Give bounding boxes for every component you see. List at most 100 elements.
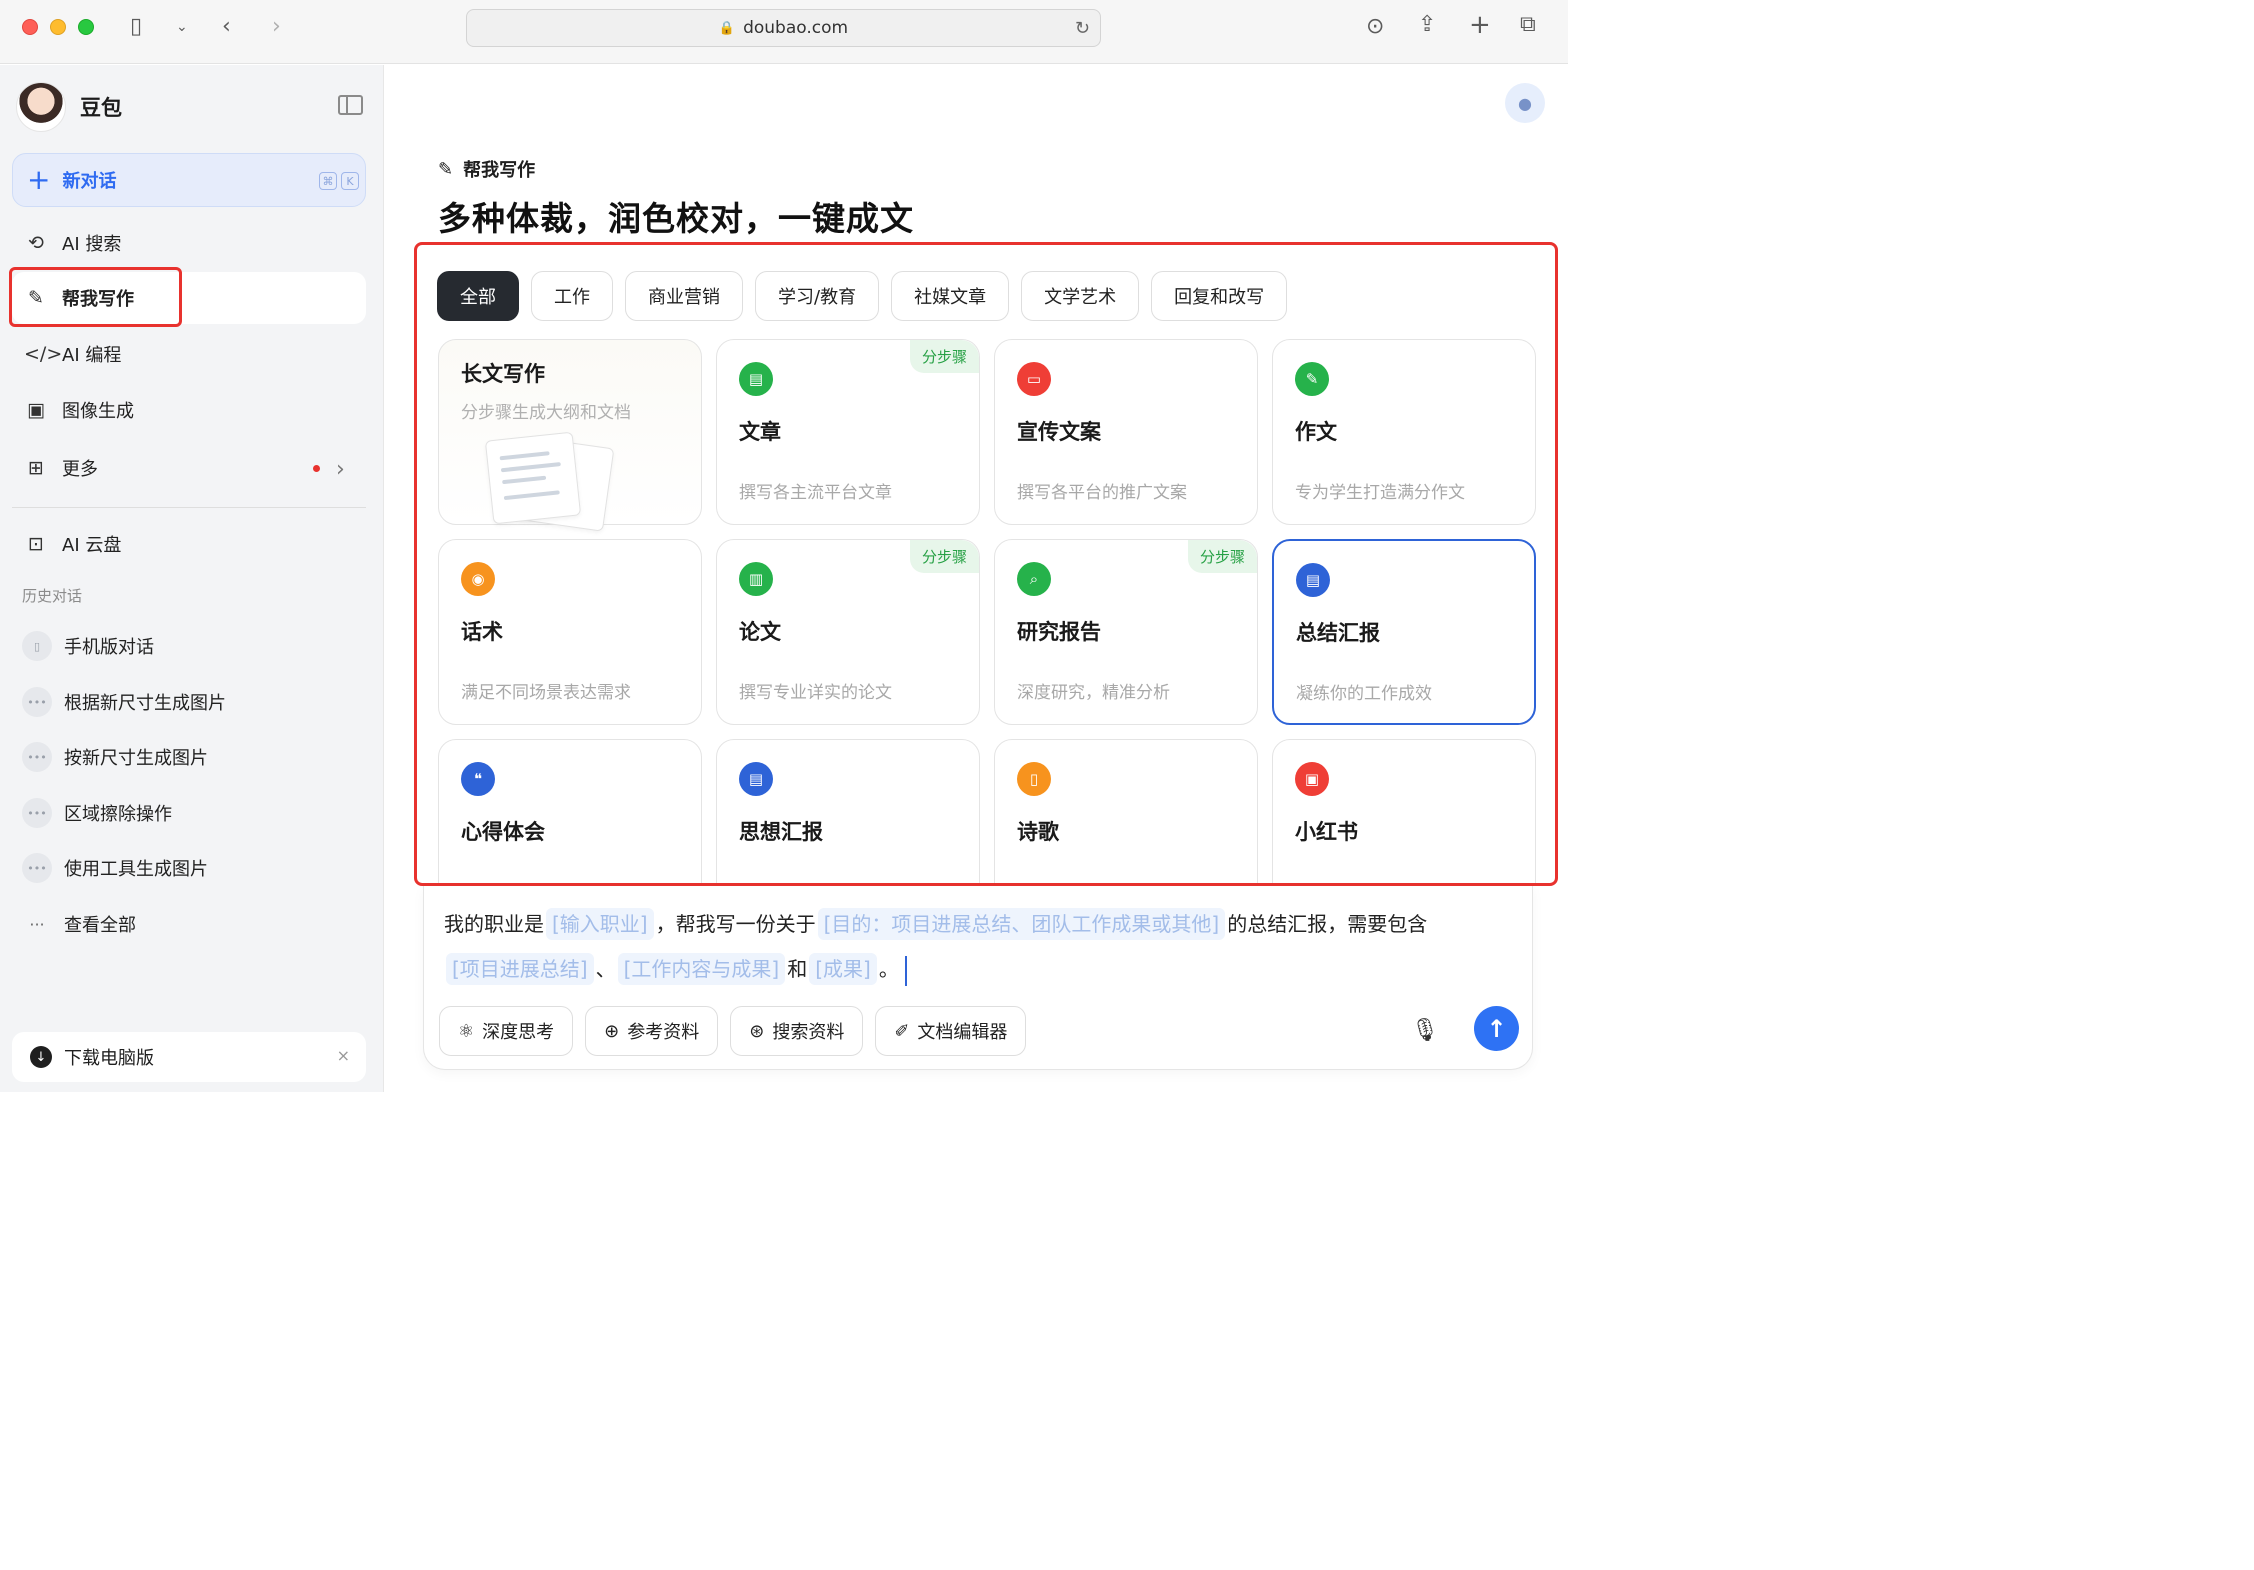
card-desc: 分步骤生成大纲和文档 bbox=[461, 403, 631, 423]
card-essay[interactable]: ✎ 作文 专为学生打造满分作文 bbox=[1272, 339, 1536, 525]
sidebar-toggle-icon[interactable]: ▯ bbox=[130, 16, 142, 38]
microphone-icon[interactable]: 🎙 bbox=[1411, 1018, 1439, 1043]
card-poetry[interactable]: ▯ 诗歌 bbox=[994, 739, 1258, 883]
books-icon: ▥ bbox=[739, 562, 773, 596]
history-item[interactable]: ▯ 手机版对话 bbox=[22, 626, 154, 666]
app-avatar bbox=[16, 82, 66, 132]
history-item[interactable]: ••• 使用工具生成图片 bbox=[22, 848, 208, 888]
tab-literature[interactable]: 文学艺术 bbox=[1021, 271, 1140, 321]
forward-icon[interactable]: › bbox=[272, 16, 281, 38]
download-icon[interactable]: ⊙ bbox=[1366, 16, 1384, 38]
notification-dot bbox=[313, 465, 320, 472]
grid-icon: ⊞ bbox=[28, 457, 44, 479]
view-all-label: 查看全部 bbox=[64, 915, 136, 936]
prompt-slot-occupation[interactable]: [输入职业] bbox=[546, 908, 654, 940]
card-thesis[interactable]: 分步骤 ▥ 论文 撰写专业详实的论文 bbox=[716, 539, 980, 725]
history-label: 区域擦除操作 bbox=[64, 804, 172, 825]
poem-icon: ▯ bbox=[1017, 762, 1051, 796]
close-icon[interactable]: × bbox=[337, 1046, 350, 1065]
history-label: 根据新尺寸生成图片 bbox=[64, 693, 226, 714]
nav-ai-search[interactable]: ⟲ AI 搜索 bbox=[12, 217, 366, 269]
browser-toolbar: ▯ ⌄ ‹ › 🔒 doubao.com ↻ ⊙ ⇪ + ⧉ bbox=[0, 0, 1568, 64]
card-title: 论文 bbox=[739, 620, 781, 644]
nav-ai-coding[interactable]: </> AI 编程 bbox=[12, 328, 366, 380]
chevron-right-icon[interactable]: › bbox=[336, 457, 345, 482]
tab-marketing[interactable]: 商业营销 bbox=[625, 271, 743, 321]
prompt-text: 。 bbox=[878, 957, 899, 981]
card-title: 诗歌 bbox=[1017, 820, 1059, 844]
globe-icon: ⊛ bbox=[749, 1020, 765, 1042]
nav-ai-cloud[interactable]: ⊡ AI 云盘 bbox=[12, 518, 366, 570]
card-desc: 撰写各主流平台文章 bbox=[739, 483, 892, 503]
card-desc: 专为学生打造满分作文 bbox=[1295, 483, 1465, 503]
chat-bubble-icon: ••• bbox=[22, 798, 52, 828]
card-article[interactable]: 分步骤 ▤ 文章 撰写各主流平台文章 bbox=[716, 339, 980, 525]
card-research-report[interactable]: 分步骤 ⌕ 研究报告 深度研究，精准分析 bbox=[994, 539, 1258, 725]
minimize-window-button[interactable] bbox=[50, 19, 66, 35]
ellipsis-icon: ··· bbox=[29, 914, 45, 934]
prompt-composer: 我的职业是 [输入职业] ，帮我写一份关于 [目的：项目进展总结、团队工作成果或其他]… bbox=[423, 886, 1533, 1070]
sidebar: 豆包 + 新对话 ⌘ K ⟲ AI 搜索 ✎ 帮我写作 </> AI 编程 ▣ … bbox=[0, 65, 384, 1092]
nav-image-generation[interactable]: ▣ 图像生成 bbox=[12, 384, 366, 436]
card-title: 心得体会 bbox=[461, 820, 545, 844]
new-tab-icon[interactable]: + bbox=[1469, 12, 1491, 38]
category-tabs: 全部 工作 商业营销 学习/教育 社媒文章 文学艺术 回复和改写 bbox=[437, 271, 1288, 321]
pencil-icon: ✎ bbox=[1295, 362, 1329, 396]
k-key-hint: K bbox=[341, 172, 359, 190]
prompt-slot-purpose[interactable]: [目的：项目进展总结、团队工作成果或其他] bbox=[817, 908, 1226, 940]
tab-all[interactable]: 全部 bbox=[437, 271, 519, 321]
history-label: 使用工具生成图片 bbox=[64, 859, 208, 880]
folder-cloud-icon: ⊡ bbox=[28, 533, 44, 555]
section-label-text: 帮我写作 bbox=[463, 160, 536, 181]
search-sources-button[interactable]: ⊛ 搜索资料 bbox=[730, 1006, 864, 1056]
card-long-form-writing[interactable]: 长文写作 分步骤生成大纲和文档 bbox=[438, 339, 702, 532]
card-desc: 撰写各平台的推广文案 bbox=[1017, 483, 1187, 503]
user-avatar[interactable]: ● bbox=[1505, 83, 1545, 123]
card-title: 总结汇报 bbox=[1296, 621, 1380, 645]
card-promo-copy[interactable]: ▭ 宣传文案 撰写各平台的推广文案 bbox=[994, 339, 1258, 525]
back-icon[interactable]: ‹ bbox=[222, 16, 231, 38]
share-icon[interactable]: ⇪ bbox=[1418, 14, 1436, 36]
prompt-input[interactable]: 我的职业是 [输入职业] ，帮我写一份关于 [目的：项目进展总结、团队工作成果或其他]… bbox=[444, 902, 1514, 992]
doc-editor-button[interactable]: ✐ 文档编辑器 bbox=[875, 1006, 1027, 1056]
history-item[interactable]: ••• 按新尺寸生成图片 bbox=[22, 737, 208, 777]
chevron-down-icon[interactable]: ⌄ bbox=[176, 20, 188, 34]
prompt-slot-progress[interactable]: [项目进展总结] bbox=[446, 953, 594, 985]
step-badge: 分步骤 bbox=[1187, 540, 1257, 573]
card-title: 话术 bbox=[461, 620, 503, 644]
doc-chart-icon: ▤ bbox=[739, 762, 773, 796]
url-text: doubao.com bbox=[743, 18, 849, 38]
tab-overview-icon[interactable]: ⧉ bbox=[1520, 14, 1536, 36]
command-key-hint: ⌘ bbox=[319, 172, 337, 190]
edit-doc-icon: ✐ bbox=[894, 1020, 910, 1042]
sidebar-divider bbox=[12, 507, 366, 508]
download-desktop-banner[interactable]: ↓ 下载电脑版 × bbox=[12, 1032, 366, 1082]
address-bar[interactable]: 🔒 doubao.com ↻ bbox=[466, 9, 1101, 47]
card-reflections[interactable]: ❝ 心得体会 bbox=[438, 739, 702, 883]
article-icon: ▤ bbox=[739, 362, 773, 396]
deep-think-button[interactable]: ⚛ 深度思考 bbox=[439, 1006, 574, 1056]
send-button[interactable]: ↑ bbox=[1474, 1006, 1519, 1051]
history-item[interactable]: ••• 区域擦除操作 bbox=[22, 793, 172, 833]
prompt-slot-results[interactable]: [成果] bbox=[809, 953, 877, 985]
chat-bubble-icon: ••• bbox=[22, 742, 52, 772]
prompt-slot-work-content[interactable]: [工作内容与成果] bbox=[617, 953, 786, 985]
tab-work[interactable]: 工作 bbox=[531, 271, 613, 321]
card-xiaohongshu[interactable]: ▣ 小红书 bbox=[1272, 739, 1536, 883]
view-all-history[interactable]: ··· 查看全部 bbox=[22, 904, 136, 944]
close-window-button[interactable] bbox=[22, 19, 38, 35]
card-speech[interactable]: ◉ 话术 满足不同场景表达需求 bbox=[438, 539, 702, 725]
card-desc: 凝练你的工作成效 bbox=[1296, 684, 1432, 704]
reference-button[interactable]: ⊕ 参考资料 bbox=[585, 1006, 719, 1056]
reload-icon[interactable]: ↻ bbox=[1075, 18, 1090, 39]
collapse-sidebar-icon[interactable] bbox=[338, 95, 363, 115]
history-label: 手机版对话 bbox=[64, 637, 154, 658]
tab-education[interactable]: 学习/教育 bbox=[755, 271, 880, 321]
tab-reply-rewrite[interactable]: 回复和改写 bbox=[1151, 271, 1288, 321]
new-chat-button[interactable]: + 新对话 ⌘ K bbox=[12, 153, 366, 207]
tab-social-media[interactable]: 社媒文章 bbox=[891, 271, 1010, 321]
card-ideology-report[interactable]: ▤ 思想汇报 bbox=[716, 739, 980, 883]
history-item[interactable]: ••• 根据新尺寸生成图片 bbox=[22, 682, 226, 722]
card-work-summary[interactable]: ▤ 总结汇报 凝练你的工作成效 bbox=[1272, 539, 1536, 725]
zoom-window-button[interactable] bbox=[78, 19, 94, 35]
